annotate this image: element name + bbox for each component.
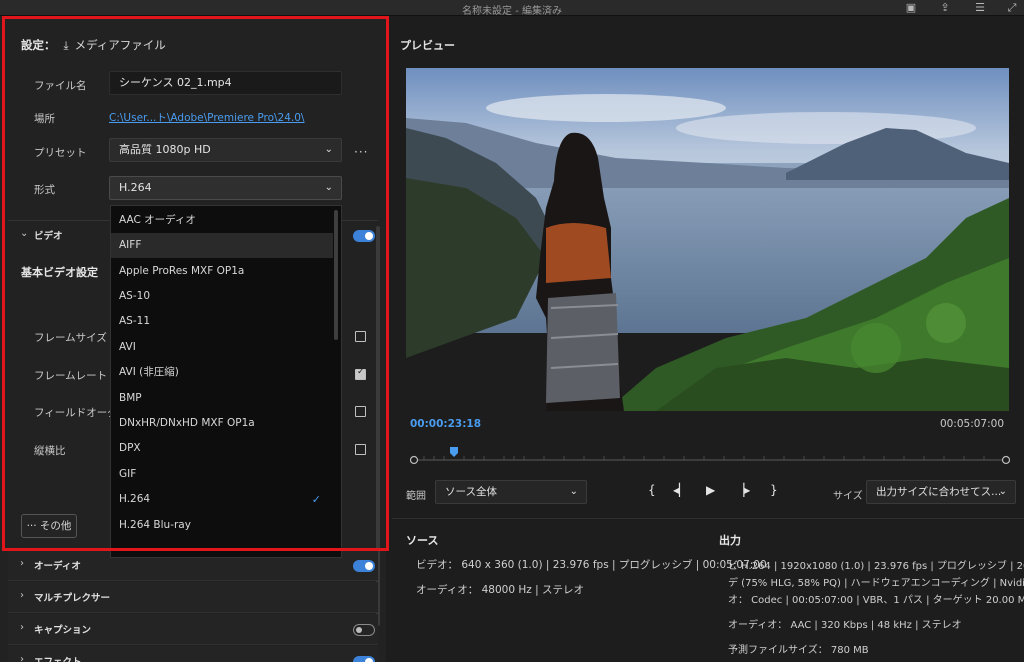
chevron-right-icon: ›: [20, 654, 24, 662]
mark-out-button[interactable]: }: [770, 483, 778, 497]
current-timecode: 00:00:23:18: [410, 418, 482, 430]
chevron-down-icon: ⌄: [998, 486, 1007, 497]
effects-toggle[interactable]: [353, 656, 375, 662]
timeline-scrubber[interactable]: [409, 444, 1011, 466]
output-filesize: 予測ファイルサイズ： 780 MB: [728, 645, 869, 656]
section-effects[interactable]: › エフェクト: [8, 646, 378, 662]
preview-image: [406, 68, 1009, 411]
output-video-info-3: オ： Codec | 00:05:07:00 | VBR、1 パス | ターゲッ…: [728, 595, 1024, 606]
output-audio-info: オーディオ： AAC | 320 Kbps | 48 kHz | ステレオ: [728, 620, 962, 631]
preview-panel: プレビュー 00:00:23:18 00:05:07:00 範囲 ソース全体 ⌄…: [392, 16, 1024, 662]
section-multiplexer[interactable]: › マルチプレクサー: [8, 582, 378, 613]
source-title: ソース: [406, 534, 439, 547]
mark-in-button[interactable]: {: [648, 483, 656, 497]
section-effects-label: エフェクト: [34, 654, 82, 662]
chevron-right-icon: ›: [20, 590, 24, 601]
title-bar: 名称未設定 - 編集済み ▣ ⇪ ☰ ⤢: [0, 0, 1024, 17]
highlight-frame: [2, 16, 389, 551]
captions-toggle[interactable]: [353, 624, 375, 636]
chevron-right-icon: ›: [20, 558, 24, 569]
share-icon[interactable]: ⇪: [938, 1, 952, 14]
output-title: 出力: [719, 534, 741, 547]
panel-menu-icon[interactable]: ☰: [973, 1, 987, 14]
window-title: 名称未設定 - 編集済み: [462, 6, 562, 17]
range-value: ソース全体: [445, 486, 497, 498]
source-audio-info: オーディオ： 48000 Hz | ステレオ: [416, 584, 584, 596]
size-dropdown[interactable]: 出力サイズに合わせてス... ⌄: [866, 480, 1016, 504]
source-video-info: ビデオ： 640 x 360 (1.0) | 23.976 fps | プログレ…: [416, 559, 767, 571]
section-multiplexer-label: マルチプレクサー: [34, 593, 111, 604]
section-captions-label: キャプション: [34, 625, 92, 636]
size-value: 出力サイズに合わせてス...: [876, 486, 1002, 498]
layout-icon[interactable]: ▣: [904, 1, 918, 14]
step-back-icon[interactable]: ◂▏: [673, 483, 688, 497]
play-icon[interactable]: ▶: [706, 483, 715, 497]
chevron-down-icon: ⌄: [569, 486, 578, 497]
range-dropdown[interactable]: ソース全体 ⌄: [435, 480, 587, 504]
divider: [392, 518, 1024, 519]
step-forward-icon[interactable]: ▕▸: [735, 483, 750, 497]
output-video-info-1: ビ H.264 | 1920x1080 (1.0) | 23.976 fps |…: [728, 561, 1024, 572]
fullscreen-icon[interactable]: ⤢: [1005, 1, 1019, 14]
chevron-right-icon: ›: [20, 622, 24, 633]
preview-title: プレビュー: [400, 39, 455, 52]
audio-toggle[interactable]: [353, 560, 375, 572]
duration-timecode: 00:05:07:00: [939, 418, 1004, 430]
range-label: 範囲: [406, 491, 426, 502]
size-label: サイズ: [833, 491, 863, 502]
section-captions[interactable]: › キャプション: [8, 614, 378, 645]
output-video-info-2: デ (75% HLG, 58% PQ) | ハードウェアエンコーディング | N…: [728, 578, 1024, 589]
section-audio-label: オーディオ: [34, 561, 81, 572]
